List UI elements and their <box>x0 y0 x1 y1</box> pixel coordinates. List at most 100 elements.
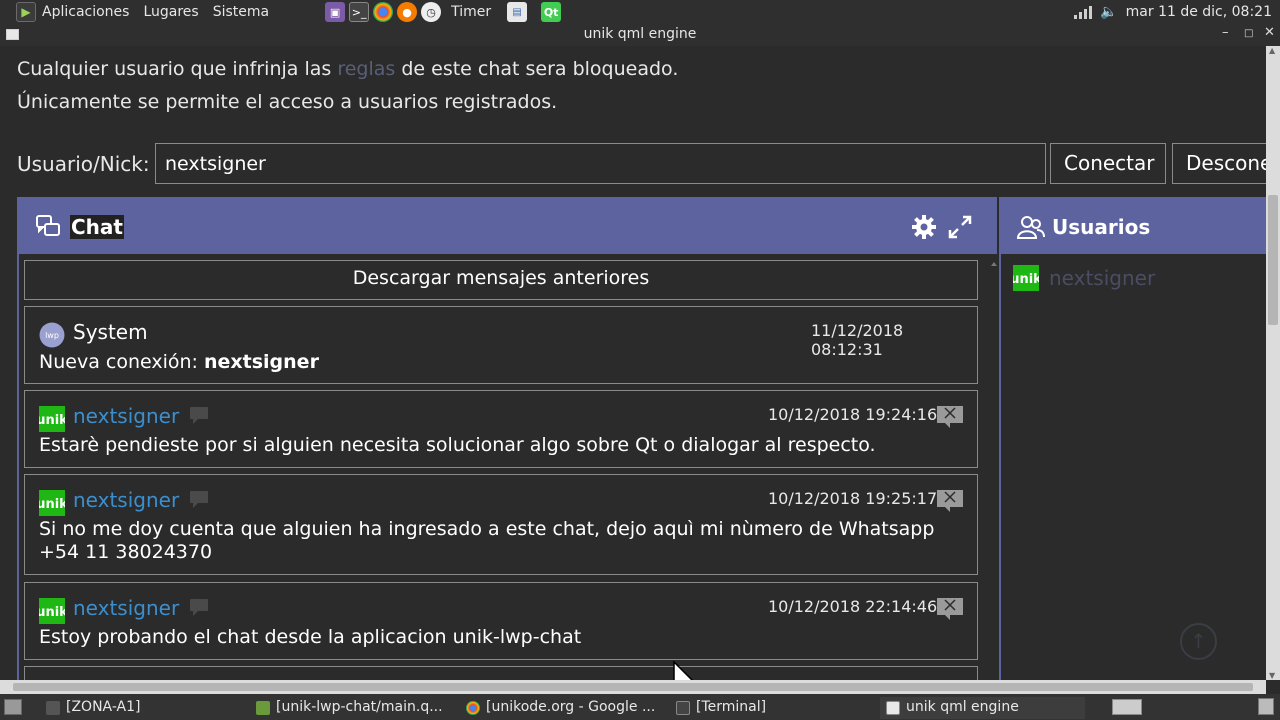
scroll-up-icon[interactable]: ▲ <box>1269 46 1275 55</box>
chat-panel-header: Chat <box>19 197 995 254</box>
system-menu: Aplicaciones Lugares Sistema <box>42 0 283 24</box>
show-desktop-icon[interactable] <box>4 699 22 715</box>
users-icon <box>1017 216 1045 239</box>
system-tray: 🔈 mar 11 de dic, 08:21 <box>1074 0 1272 24</box>
message-sender-link[interactable]: nextsigner <box>73 404 179 428</box>
menu-aplicaciones[interactable]: Aplicaciones <box>42 4 129 20</box>
registered-notice: Únicamente se permite el acceso a usuari… <box>17 91 558 113</box>
taskbar-item-label: [Terminal] <box>696 699 767 715</box>
disconnect-button[interactable]: Desconectar <box>1172 143 1266 184</box>
qt-creator-launcher-icon[interactable]: Qt <box>541 2 562 22</box>
message-text-bold: nextsigner <box>203 351 319 373</box>
taskbar-item[interactable]: [Terminal] <box>670 697 870 719</box>
bottom-taskbar: [ZONA-A1] [unik-lwp-chat/main.q... [unik… <box>0 694 1280 720</box>
chat-message: unik nextsigner 10/12/2018 19:25:17 Si n… <box>24 474 978 575</box>
taskbar-item[interactable]: [ZONA-A1] <box>40 697 240 719</box>
reply-icon[interactable] <box>188 404 212 426</box>
terminal-launcher-icon[interactable]: >_ <box>349 2 370 22</box>
window-horizontal-scrollbar[interactable] <box>0 680 1266 694</box>
app-content: Cualquier usuario que infrinja las regla… <box>0 46 1266 680</box>
message-sender-link[interactable]: nextsigner <box>73 596 179 620</box>
delete-message-icon[interactable] <box>936 595 964 621</box>
terminal-icon <box>676 701 690 715</box>
taskbar-item-label: [unik-lwp-chat/main.q... <box>276 699 443 715</box>
delete-message-icon[interactable] <box>936 487 964 513</box>
trash-icon[interactable] <box>1258 698 1274 715</box>
scroll-up-arrow-icon[interactable] <box>989 259 999 269</box>
message-time: 11/12/2018 08:12:31 <box>811 321 904 359</box>
message-time: 10/12/2018 19:25:17 <box>768 489 938 508</box>
timer-label[interactable]: Timer <box>451 4 491 20</box>
window-icon <box>46 701 60 715</box>
delete-message-icon[interactable] <box>936 403 964 429</box>
svg-text:unik: unik <box>39 497 65 512</box>
user-list-item[interactable]: unik nextsigner <box>1013 265 1155 291</box>
system-top-panel: ▶ Aplicaciones Lugares Sistema ▣ >_ ● ◷ … <box>0 0 1280 24</box>
reply-icon[interactable] <box>188 488 212 510</box>
workspace-switcher[interactable] <box>1112 699 1142 715</box>
reply-icon[interactable] <box>188 596 212 618</box>
taskbar-item-label: [unikode.org - Google ... <box>486 699 656 715</box>
volume-icon[interactable]: 🔈 <box>1100 4 1117 20</box>
rules-link[interactable]: reglas <box>337 58 395 80</box>
firefox-launcher-icon[interactable]: ● <box>397 2 418 22</box>
taskbar-item[interactable]: [unikode.org - Google ... <box>460 697 660 719</box>
chrome-launcher-icon[interactable] <box>373 2 394 22</box>
horizontal-scroll-thumb[interactable] <box>13 683 1253 691</box>
window-title: unik qml engine <box>583 26 697 42</box>
menu-lugares[interactable]: Lugares <box>143 4 198 20</box>
message-text-prefix: Nueva conexión: <box>39 351 204 373</box>
rules-notice-text: Cualquier usuario que infrinja las <box>17 58 338 80</box>
load-older-messages-button[interactable]: Descargar mensajes anteriores <box>24 260 978 300</box>
nick-input[interactable] <box>155 143 1046 184</box>
users-title: Usuarios <box>1052 215 1151 239</box>
mouse-cursor-icon <box>673 660 694 680</box>
message-sender-link[interactable]: nextsigner <box>73 488 179 512</box>
message-text: Estoy probando el chat desde la aplicaci… <box>39 626 582 648</box>
unik-avatar: unik <box>39 490 65 516</box>
message-sender: System <box>73 320 148 344</box>
timer-icon[interactable]: ◷ <box>421 2 442 22</box>
taskbar-item-label: [ZONA-A1] <box>66 699 141 715</box>
maximize-icon[interactable]: □ <box>1244 28 1253 39</box>
users-panel-header: Usuarios <box>1001 197 1266 254</box>
minimize-icon[interactable]: – <box>1222 25 1229 40</box>
system-avatar: lwp <box>39 322 65 348</box>
taskbar-item[interactable]: [unik-lwp-chat/main.q... <box>250 697 450 719</box>
chat-panel: Chat Descargar mensajes anteriores lwp S… <box>17 197 999 680</box>
user-name[interactable]: nextsigner <box>1049 266 1155 290</box>
unik-avatar: unik <box>1013 265 1039 291</box>
chat-title: Chat <box>70 215 124 239</box>
chat-scrollbar[interactable] <box>989 254 999 680</box>
network-signal-icon[interactable] <box>1074 5 1093 19</box>
unik-avatar: unik <box>39 598 65 624</box>
close-window-icon[interactable]: ✕ <box>1264 25 1275 40</box>
video-launcher-icon[interactable]: ▣ <box>325 2 346 22</box>
message-text: Si no me doy cuenta que alguien ha ingre… <box>39 518 935 563</box>
nick-label: Usuario/Nick: <box>17 152 150 176</box>
svg-text:lwp: lwp <box>45 331 59 340</box>
chat-message: unik nextsigner 10/12/2018 19:24:16 Esta… <box>24 390 978 468</box>
taskbar-item-active[interactable]: unik qml engine <box>880 697 1085 719</box>
fullscreen-icon[interactable] <box>947 214 973 240</box>
connect-button[interactable]: Conectar <box>1050 143 1166 184</box>
menu-sistema[interactable]: Sistema <box>213 4 269 20</box>
scroll-to-top-icon[interactable]: ↑ <box>1180 623 1217 660</box>
distro-menu-icon[interactable]: ▶ <box>16 2 36 22</box>
svg-text:unik: unik <box>1013 272 1039 287</box>
vertical-scroll-thumb[interactable] <box>1268 195 1278 325</box>
gear-icon[interactable] <box>911 214 937 240</box>
chat-message: lwp System 11/12/2018 08:12:31 Nueva con… <box>24 306 978 384</box>
taskbar-item-label: unik qml engine <box>906 699 1019 715</box>
clock-label[interactable]: mar 11 de dic, 08:21 <box>1126 4 1272 20</box>
svg-text:unik: unik <box>39 413 65 428</box>
chat-bubbles-icon <box>36 215 60 236</box>
window-vertical-scrollbar[interactable]: ▲ ▼ <box>1266 46 1280 680</box>
window-launcher-icon[interactable]: ▤ <box>507 2 528 22</box>
svg-text:unik: unik <box>39 605 65 620</box>
scroll-down-icon[interactable]: ▼ <box>1269 671 1275 680</box>
unik-avatar: unik <box>39 406 65 432</box>
window-titlebar: unik qml engine – □ ✕ <box>0 24 1280 46</box>
chrome-icon <box>466 701 480 715</box>
window-icon <box>886 701 900 715</box>
